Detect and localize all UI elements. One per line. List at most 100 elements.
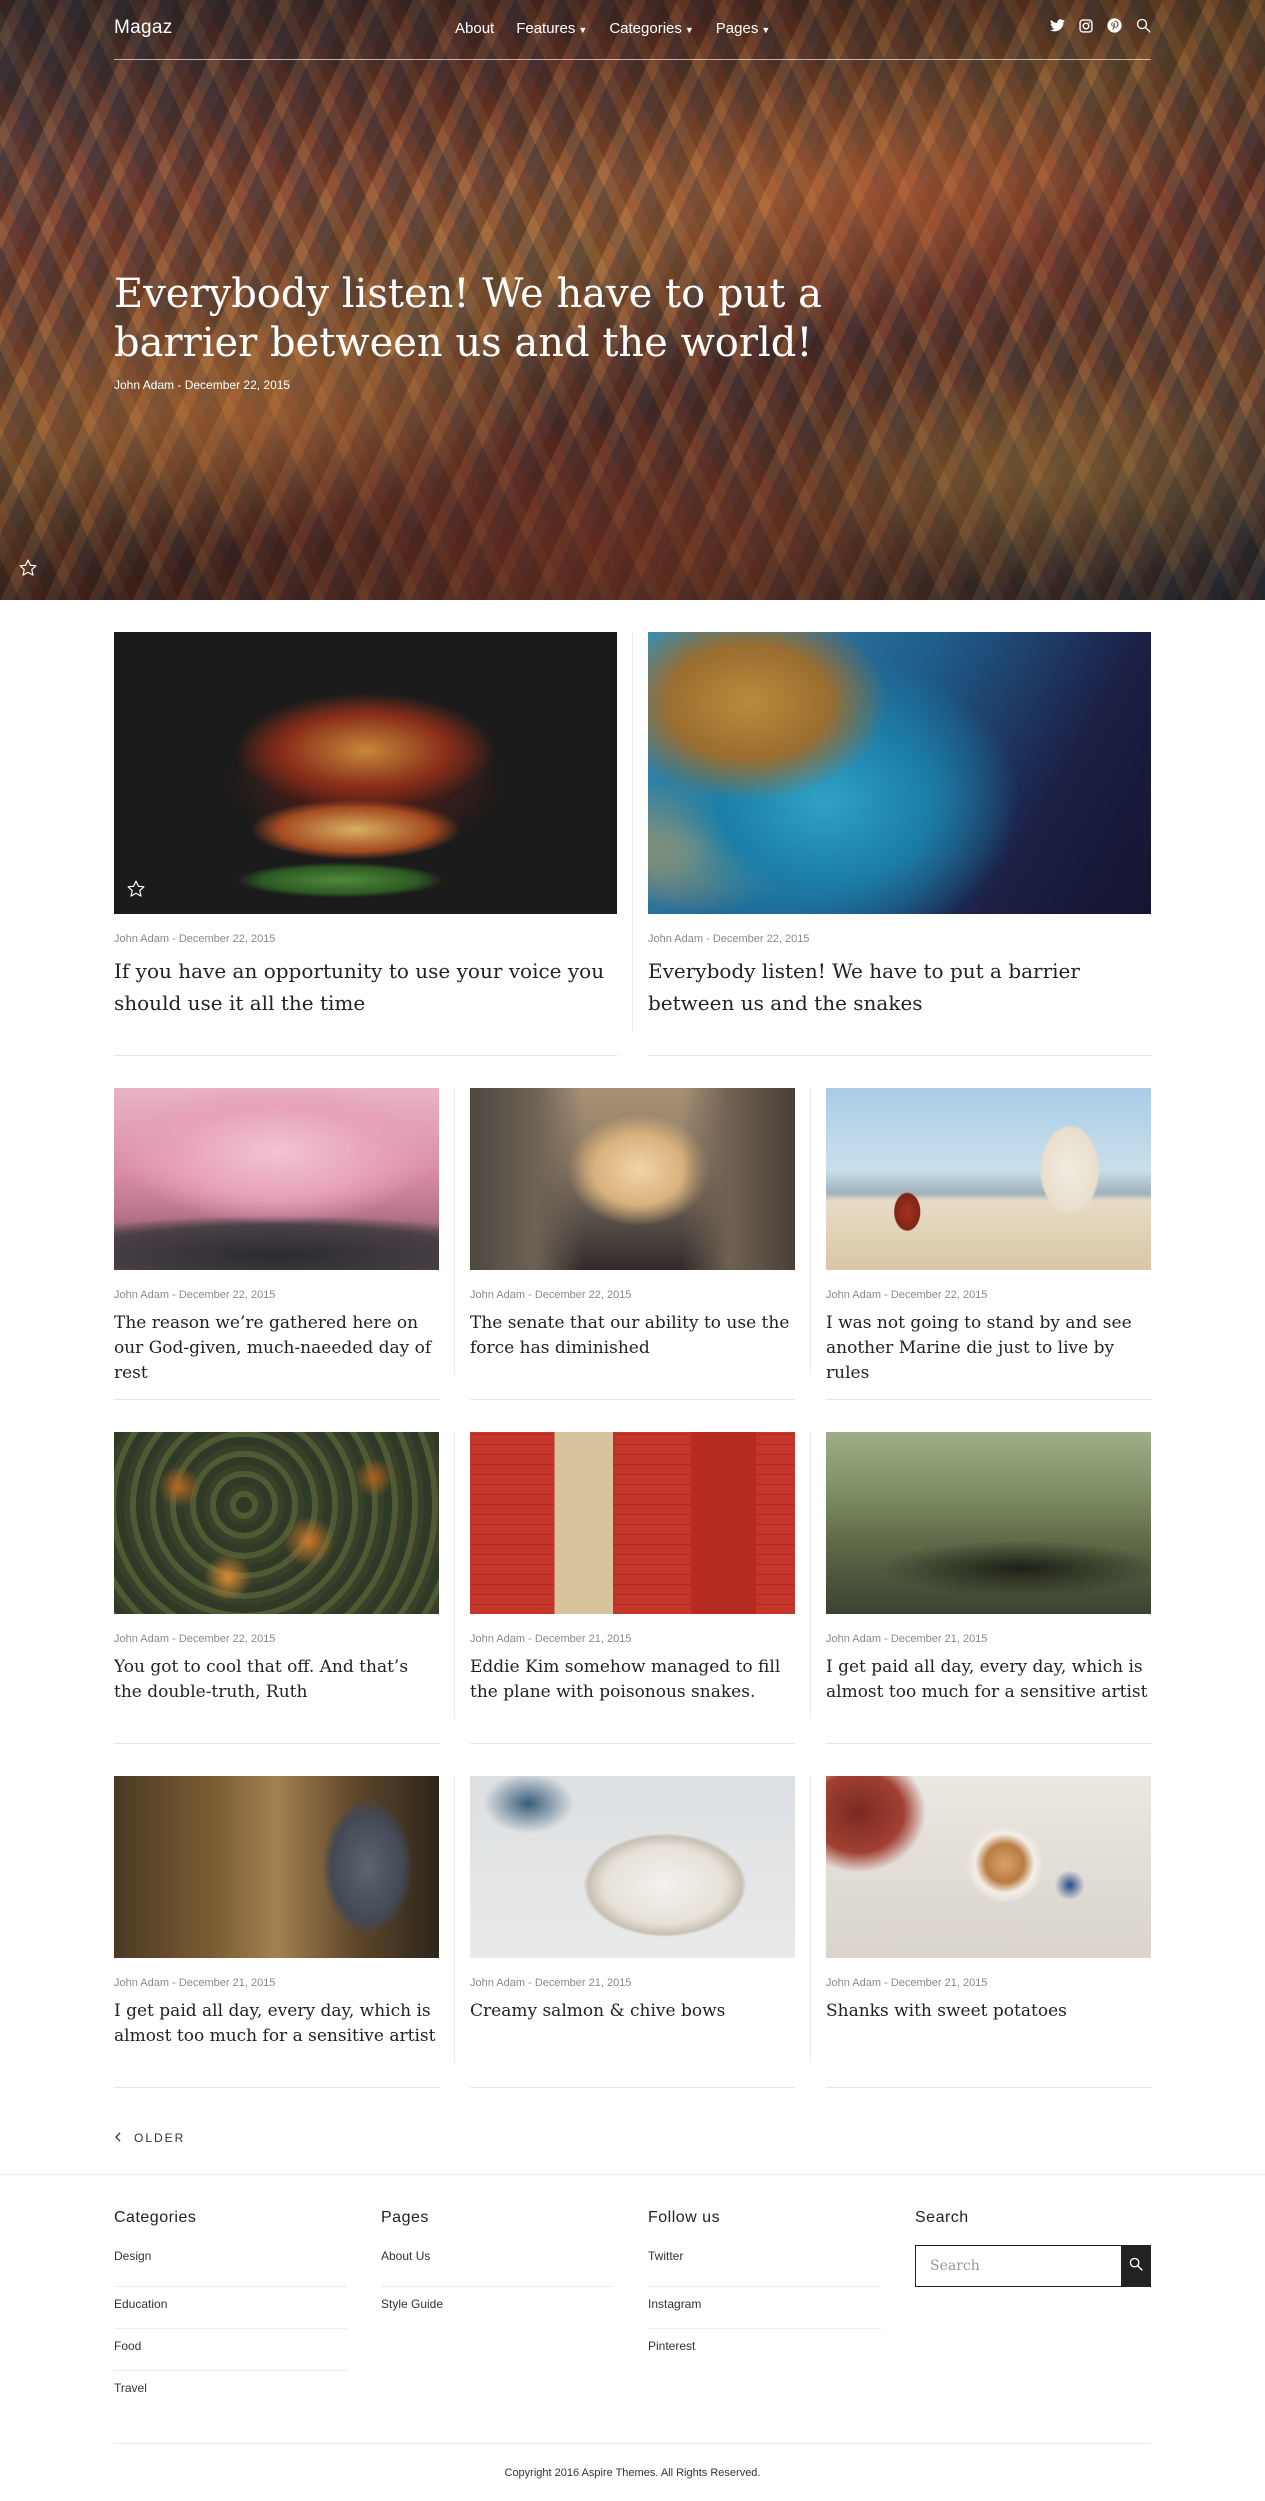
post-meta: John Adam - December 21, 2015 [826, 1977, 988, 1989]
footer-widgets: Categories Design Education Food Travel … [114, 2175, 1151, 2413]
post-card[interactable]: John Adam - December 22, 2015 If you hav… [114, 632, 617, 1056]
post-title[interactable]: If you have an opportunity to use your v… [114, 955, 617, 1019]
post-title[interactable]: I was not going to stand by and see anot… [826, 1311, 1151, 1386]
post-card[interactable]: John Adam - December 22, 2015 I was not … [810, 1088, 1151, 1400]
category-link-design[interactable]: Design [114, 2245, 347, 2287]
follow-link-instagram[interactable]: Instagram [648, 2287, 881, 2329]
follow-link-twitter[interactable]: Twitter [648, 2245, 881, 2287]
post-image[interactable] [826, 1432, 1151, 1614]
post-title[interactable]: Creamy salmon & chive bows [470, 1999, 795, 2024]
post-meta: John Adam - December 21, 2015 [114, 1977, 276, 1989]
post-image[interactable] [648, 632, 1151, 914]
search-icon [1129, 2257, 1143, 2276]
post-title[interactable]: Shanks with sweet potatoes [826, 1999, 1151, 2024]
page-link-style-guide[interactable]: Style Guide [381, 2287, 614, 2329]
post-title[interactable]: You got to cool that off. And that’s the… [114, 1655, 439, 1705]
post-meta: John Adam - December 22, 2015 [826, 1289, 988, 1301]
post-card[interactable]: John Adam - December 22, 2015 The senate… [454, 1088, 795, 1400]
star-icon [126, 879, 146, 904]
post-meta: John Adam - December 22, 2015 [470, 1289, 632, 1301]
post-title[interactable]: Everybody listen! We have to put a barri… [648, 955, 1151, 1019]
post-image[interactable] [470, 1776, 795, 1958]
hero-title[interactable]: Everybody listen! We have to put a barri… [114, 270, 834, 368]
category-link-education[interactable]: Education [114, 2287, 347, 2329]
post-card[interactable]: John Adam - December 21, 2015 I get paid… [114, 1776, 439, 2088]
nav-item-label: Pages [715, 20, 759, 37]
post-card[interactable]: John Adam - December 22, 2015 The reason… [114, 1088, 439, 1400]
footer-search: Search [915, 2209, 1151, 2413]
nav-item-pages[interactable]: Pages ▼ [716, 20, 770, 37]
follow-link-pinterest[interactable]: Pinterest [648, 2329, 881, 2371]
nav-item-label: Features [516, 20, 576, 37]
chevron-down-icon: ▼ [578, 24, 588, 35]
post-meta: John Adam - December 22, 2015 [114, 1289, 276, 1301]
post-card[interactable]: John Adam - December 21, 2015 Creamy sal… [454, 1776, 795, 2088]
post-image[interactable] [470, 1088, 795, 1270]
post-meta: John Adam - December 22, 2015 [114, 933, 276, 945]
post-title[interactable]: I get paid all day, every day, which is … [114, 1999, 439, 2049]
older-label: OLDER [134, 2131, 186, 2145]
search-icon[interactable] [1136, 18, 1151, 33]
search-button[interactable] [1121, 2245, 1151, 2287]
post-meta: John Adam - December 22, 2015 [648, 933, 810, 945]
footer-heading: Follow us [648, 2209, 721, 2226]
footer-categories: Categories Design Education Food Travel [114, 2209, 347, 2413]
post-image[interactable] [114, 1088, 439, 1270]
copyright: Copyright 2016 Aspire Themes. All Rights… [114, 2443, 1151, 2501]
post-image[interactable] [114, 632, 617, 914]
post-row: John Adam - December 22, 2015 You got to… [114, 1432, 1151, 1744]
post-title[interactable]: The senate that our ability to use the f… [470, 1311, 795, 1361]
social-links [1050, 18, 1151, 33]
footer-heading: Pages [381, 2209, 429, 2226]
post-card[interactable]: John Adam - December 21, 2015 I get paid… [810, 1432, 1151, 1744]
post-card[interactable]: John Adam - December 21, 2015 Shanks wit… [810, 1776, 1151, 2088]
hero-content: Everybody listen! We have to put a barri… [114, 270, 834, 392]
post-image[interactable] [470, 1432, 795, 1614]
post-title[interactable]: I get paid all day, every day, which is … [826, 1655, 1151, 1705]
follow-list: Twitter Instagram Pinterest [648, 2245, 881, 2371]
post-title[interactable]: The reason we’re gathered here on our Go… [114, 1311, 439, 1386]
category-link-food[interactable]: Food [114, 2329, 347, 2371]
post-meta: John Adam - December 22, 2015 [114, 1633, 276, 1645]
featured-row: John Adam - December 22, 2015 If you hav… [114, 632, 1151, 1056]
category-list: Design Education Food Travel [114, 2245, 347, 2413]
nav-item-categories[interactable]: Categories ▼ [609, 20, 693, 37]
post-image[interactable] [114, 1776, 439, 1958]
post-image[interactable] [114, 1432, 439, 1614]
post-card[interactable]: John Adam - December 21, 2015 Eddie Kim … [454, 1432, 795, 1744]
nav-item-features[interactable]: Features ▼ [516, 20, 587, 37]
post-card[interactable]: John Adam - December 22, 2015 Everybody … [632, 632, 1151, 1056]
chevron-down-icon: ▼ [684, 24, 694, 35]
post-meta: John Adam - December 21, 2015 [826, 1633, 988, 1645]
instagram-icon[interactable] [1079, 18, 1093, 33]
twitter-icon[interactable] [1050, 19, 1065, 32]
hero-section: Magaz About Features ▼ Categories ▼ Page… [0, 0, 1265, 600]
search-input[interactable] [915, 2245, 1121, 2287]
top-navigation: Magaz About Features ▼ Categories ▼ Page… [114, 0, 1151, 60]
chevron-left-icon [114, 2131, 122, 2145]
older-posts-link[interactable]: OLDER [114, 2128, 1151, 2148]
site-logo[interactable]: Magaz [114, 17, 173, 39]
page-link-about-us[interactable]: About Us [381, 2245, 614, 2287]
category-link-travel[interactable]: Travel [114, 2371, 347, 2413]
post-image[interactable] [826, 1776, 1151, 1958]
nav-item-about[interactable]: About [455, 20, 494, 37]
post-image[interactable] [826, 1088, 1151, 1270]
hero-meta: John Adam - December 22, 2015 [114, 377, 291, 392]
post-list: John Adam - December 22, 2015 If you hav… [0, 632, 1265, 2148]
post-row: John Adam - December 21, 2015 I get paid… [114, 1776, 1151, 2088]
post-meta: John Adam - December 21, 2015 [470, 1633, 632, 1645]
footer-follow: Follow us Twitter Instagram Pinterest [648, 2209, 881, 2413]
footer-heading: Search [915, 2209, 969, 2226]
footer-heading: Categories [114, 2209, 197, 2226]
main-menu: About Features ▼ Categories ▼ Pages ▼ [455, 20, 770, 37]
footer-pages: Pages About Us Style Guide [381, 2209, 614, 2413]
chevron-down-icon: ▼ [761, 24, 771, 35]
pinterest-icon[interactable] [1107, 18, 1122, 33]
post-meta: John Adam - December 21, 2015 [470, 1977, 632, 1989]
site-footer: Categories Design Education Food Travel … [0, 2174, 1265, 2501]
copyright-text: Copyright 2016 Aspire Themes. All Rights… [504, 2466, 761, 2479]
post-title[interactable]: Eddie Kim somehow managed to fill the pl… [470, 1655, 795, 1705]
post-row: John Adam - December 22, 2015 The reason… [114, 1088, 1151, 1400]
post-card[interactable]: John Adam - December 22, 2015 You got to… [114, 1432, 439, 1744]
